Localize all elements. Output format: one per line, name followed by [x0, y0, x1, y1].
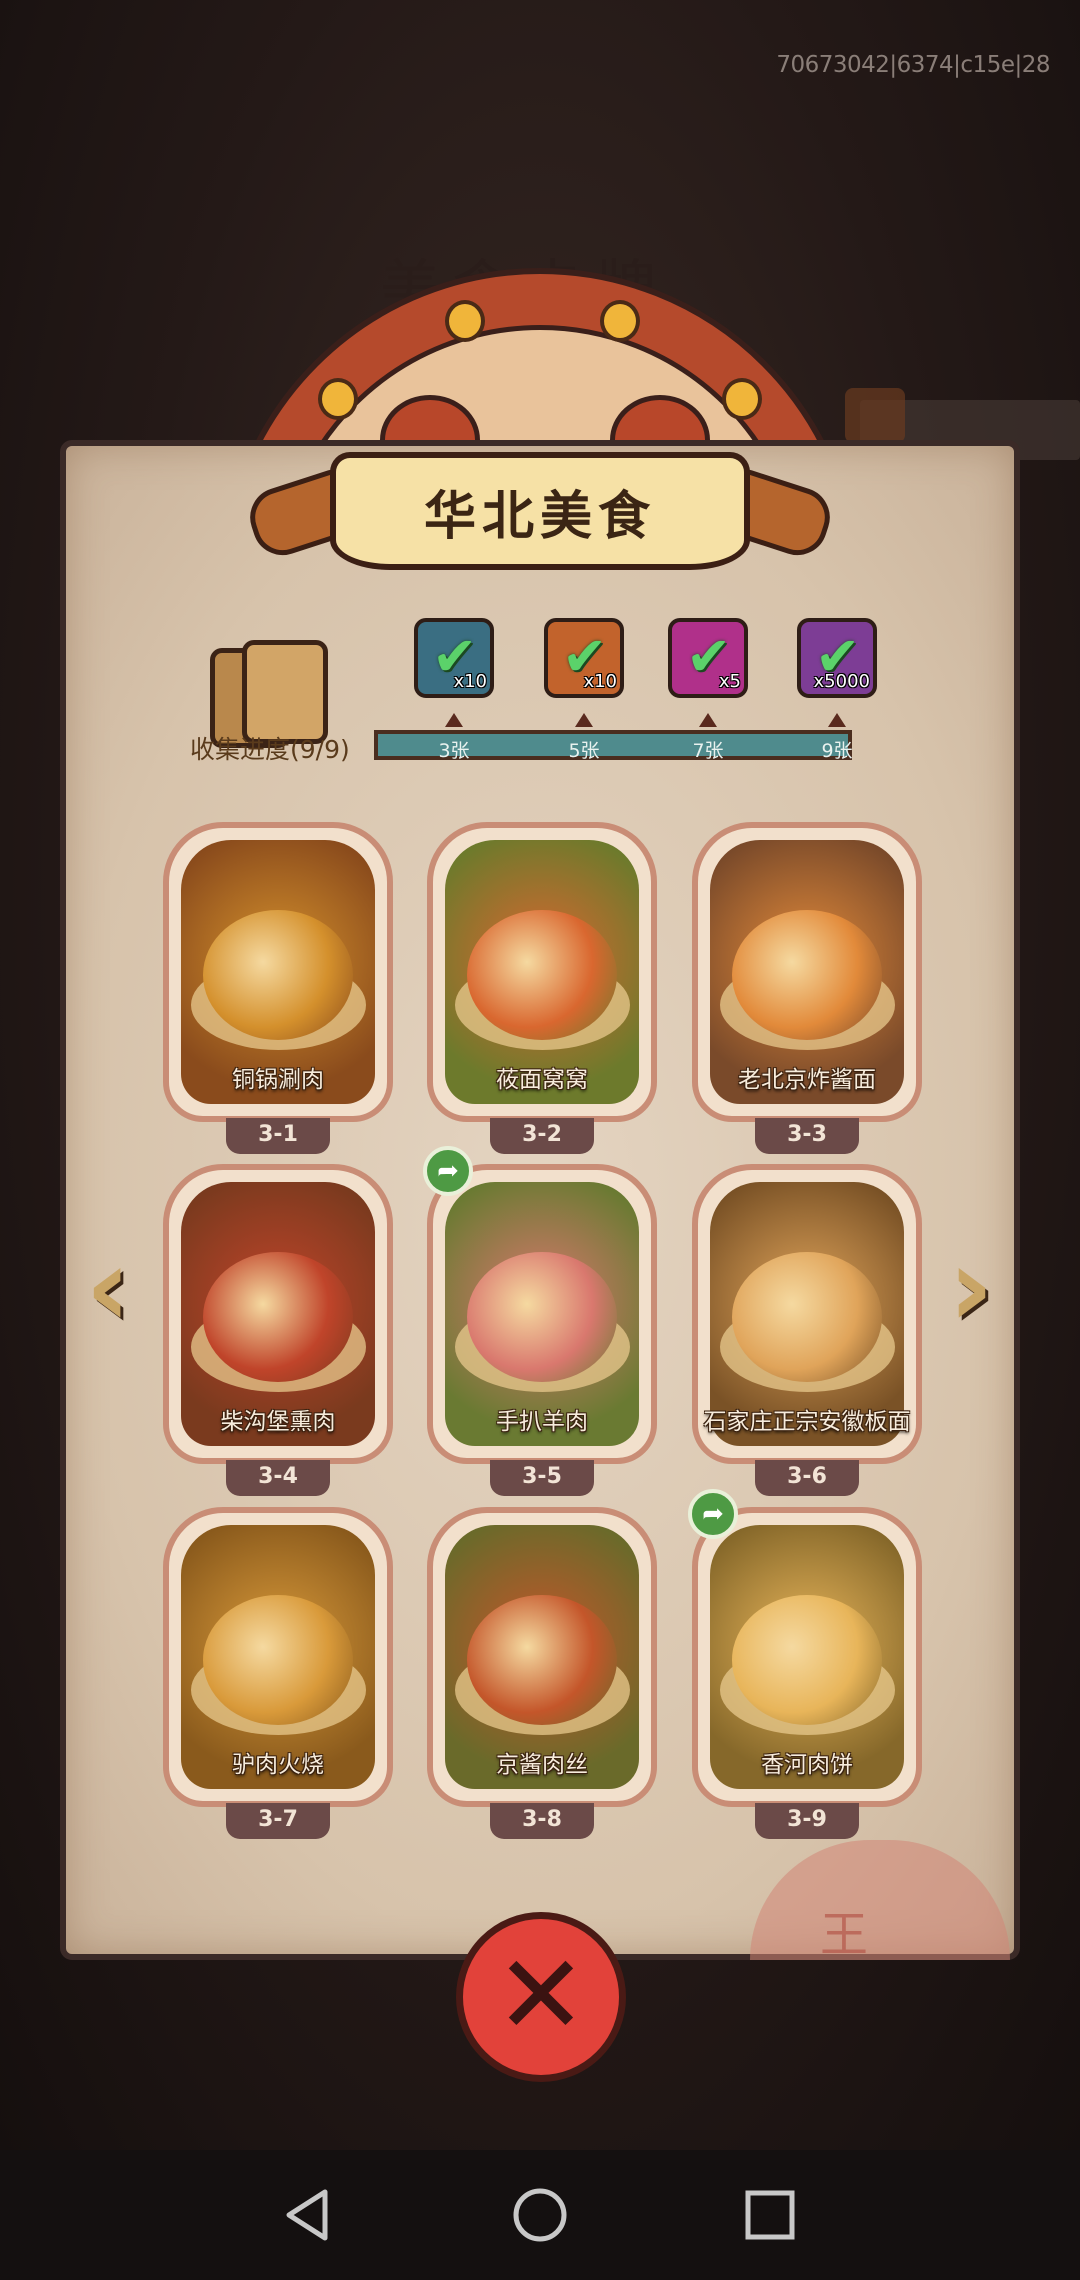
milestone-label: 7张: [692, 740, 724, 762]
crystal-reward-icon[interactable]: ✔ x5000: [797, 618, 877, 698]
seal-mark: 王: [820, 1907, 869, 1963]
reward-quantity: x10: [453, 671, 487, 692]
food-card[interactable]: 京酱肉丝: [427, 1507, 657, 1807]
food-card[interactable]: 柴沟堡熏肉: [163, 1164, 393, 1464]
reward-quantity: x5000: [813, 671, 870, 692]
chest-icon: [845, 388, 905, 443]
level-label: 3-4: [226, 1460, 330, 1496]
level-label: 3-3: [755, 1118, 859, 1154]
reward-quantity: x10: [583, 671, 617, 692]
food-card[interactable]: 老北京炸酱面: [692, 822, 922, 1122]
food-card[interactable]: 石家庄正宗安徽板面: [692, 1164, 922, 1464]
level-label: 3-9: [755, 1803, 859, 1839]
level-label: 3-2: [490, 1118, 594, 1154]
milestone-marker: [699, 713, 717, 727]
food-card[interactable]: 香河肉饼: [692, 1507, 922, 1807]
next-page-button[interactable]: ›: [935, 1232, 1007, 1342]
level-label: 3-6: [755, 1460, 859, 1496]
food-name: 手扒羊肉: [496, 1409, 588, 1435]
level-label: 3-1: [226, 1118, 330, 1154]
food-card[interactable]: 手扒羊肉: [427, 1164, 657, 1464]
food-name: 铜锅涮肉: [232, 1067, 324, 1093]
back-icon[interactable]: [275, 2180, 345, 2250]
recents-icon[interactable]: [735, 2180, 805, 2250]
food-card[interactable]: 驴肉火烧: [163, 1507, 393, 1807]
milestone-label: 9张: [821, 740, 853, 762]
orb-reward-icon[interactable]: ✔ x5: [668, 618, 748, 698]
food-name: 香河肉饼: [761, 1752, 853, 1778]
progress-label: 收集进度(9/9): [190, 735, 350, 764]
milestone-label: 5张: [568, 740, 600, 762]
milestone-marker: [828, 713, 846, 727]
milestone-marker: [445, 713, 463, 727]
panel-title: 华北美食: [423, 485, 656, 547]
home-icon[interactable]: [505, 2180, 575, 2250]
food-name: 石家庄正宗安徽板面: [703, 1409, 911, 1435]
stud-icon: [318, 378, 358, 420]
stud-icon: [445, 300, 485, 342]
level-label: 3-7: [226, 1803, 330, 1839]
reward-quantity: x5: [718, 671, 741, 692]
build-id-text: 70673042|6374|c15e|28: [776, 52, 1050, 78]
prev-page-button[interactable]: ‹: [72, 1232, 144, 1342]
food-name: 柴沟堡熏肉: [220, 1409, 336, 1435]
food-name: 驴肉火烧: [232, 1752, 324, 1778]
share-icon[interactable]: ➦: [423, 1146, 473, 1196]
food-name: 京酱肉丝: [496, 1752, 588, 1778]
level-label: 3-8: [490, 1803, 594, 1839]
stud-icon: [722, 378, 762, 420]
milestone-label: 3张: [438, 740, 470, 762]
food-name: 老北京炸酱面: [738, 1067, 876, 1093]
close-button[interactable]: ✕: [456, 1912, 626, 2082]
share-icon[interactable]: ➦: [688, 1489, 738, 1539]
food-card[interactable]: 铜锅涮肉: [163, 822, 393, 1122]
stud-icon: [600, 300, 640, 342]
level-label: 3-5: [490, 1460, 594, 1496]
chest-reward-icon[interactable]: ✔ x10: [414, 618, 494, 698]
key-reward-icon[interactable]: ✔ x10: [544, 618, 624, 698]
system-nav-bar: [0, 2150, 1080, 2280]
food-card[interactable]: 莜面窝窝: [427, 822, 657, 1122]
milestone-marker: [575, 713, 593, 727]
title-banner: 华北美食: [330, 452, 750, 570]
food-name: 莜面窝窝: [496, 1067, 588, 1093]
